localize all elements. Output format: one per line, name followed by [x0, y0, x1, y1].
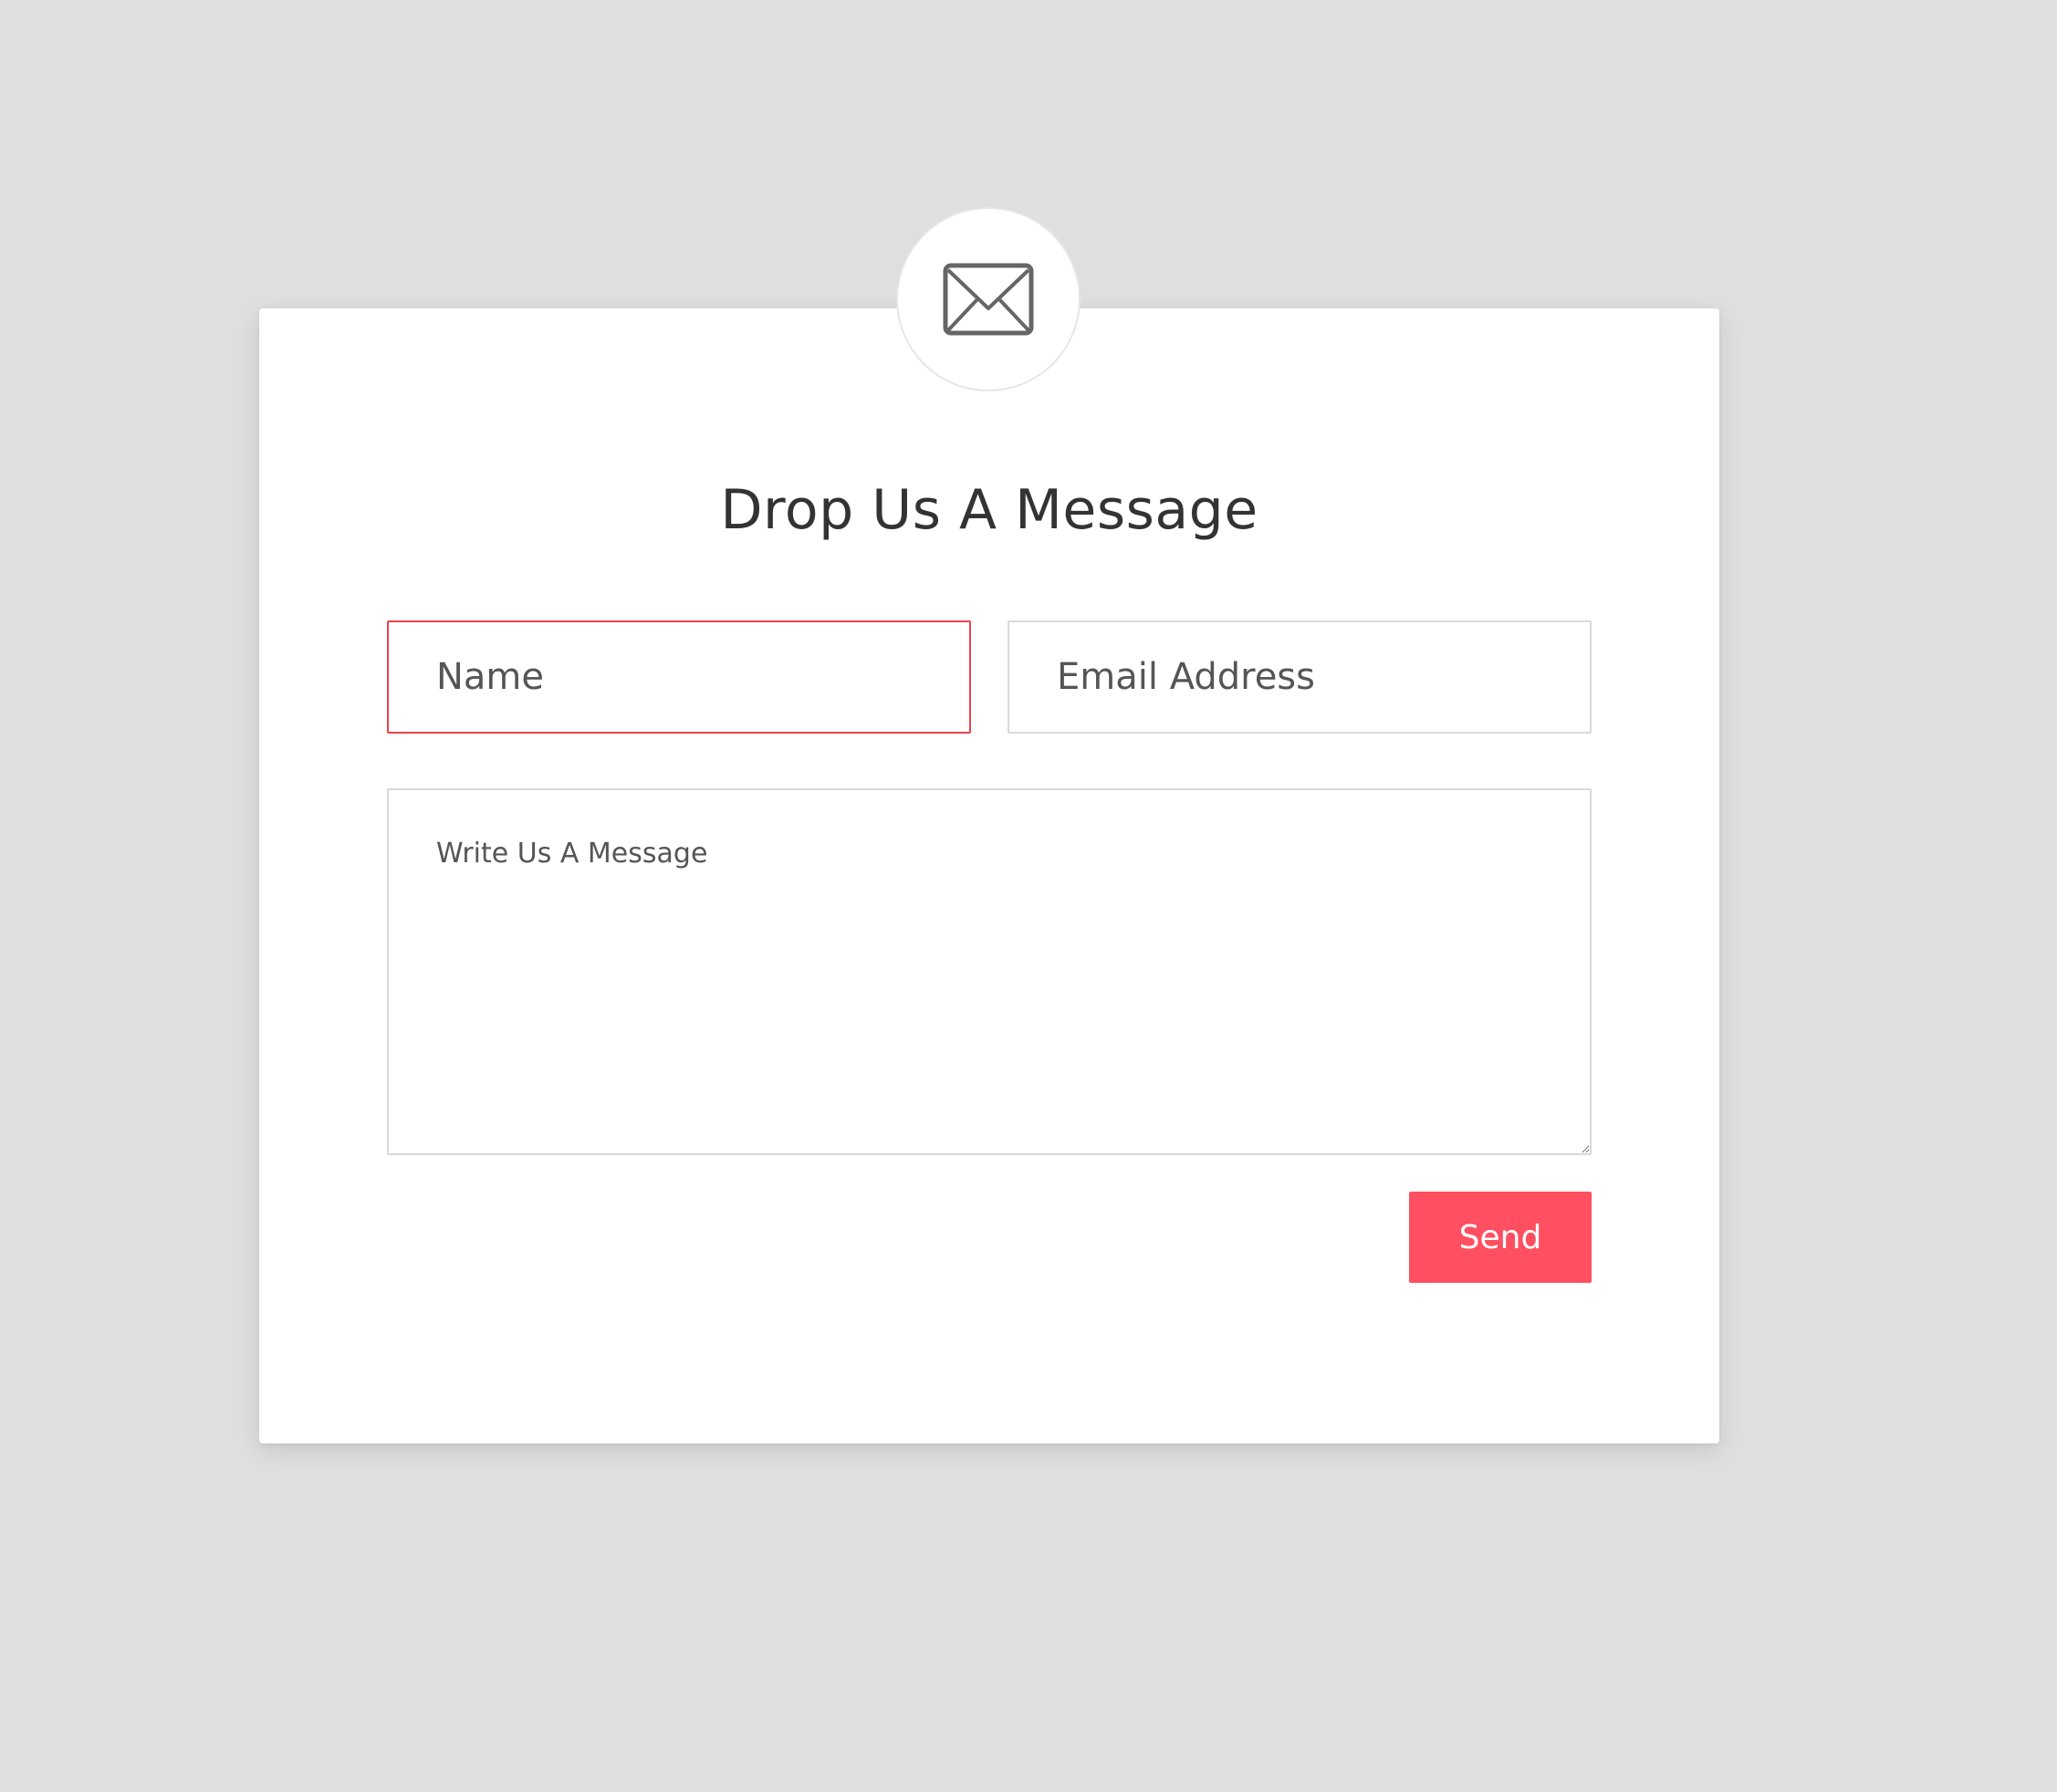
form-title: Drop Us A Message — [720, 478, 1258, 542]
message-textarea[interactable] — [387, 788, 1592, 1155]
envelope-icon — [943, 263, 1034, 336]
envelope-badge — [898, 209, 1079, 390]
email-input[interactable] — [1008, 620, 1592, 734]
page: Drop Us A Message Send — [0, 0, 2057, 1792]
name-input[interactable] — [387, 620, 971, 734]
send-button[interactable]: Send — [1409, 1192, 1592, 1283]
